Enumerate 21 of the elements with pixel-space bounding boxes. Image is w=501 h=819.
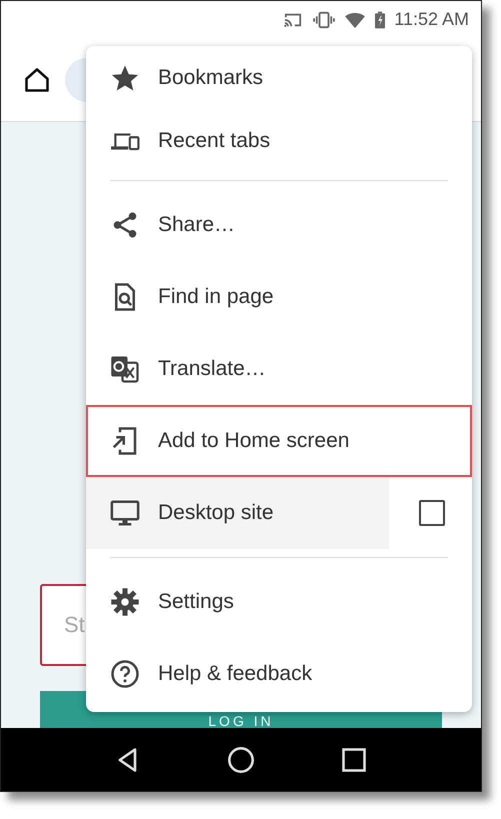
checkbox[interactable]	[419, 500, 445, 526]
menu-item[interactable]: Bookmarks	[86, 46, 472, 109]
menu-item[interactable]: Desktop site	[86, 477, 389, 549]
home-icon[interactable]	[23, 66, 51, 94]
settings-icon	[110, 587, 140, 617]
wifi-icon	[344, 10, 366, 28]
menu-item[interactable]: Add to Home screen	[86, 405, 472, 477]
vibrate-icon	[313, 10, 336, 28]
menu-item[interactable]: Help & feedback	[86, 638, 472, 710]
home-circle-icon[interactable]	[226, 746, 255, 774]
help-icon	[110, 659, 140, 689]
translate-icon	[110, 354, 140, 384]
menu-item[interactable]: Settings	[86, 566, 472, 638]
status-time: 11:52 AM	[394, 9, 469, 30]
monitor-icon	[110, 498, 140, 528]
menu-item[interactable]: Share…	[86, 189, 472, 261]
recents-icon[interactable]	[340, 746, 368, 774]
menu-item[interactable]: Translate…	[86, 333, 472, 405]
battery-icon	[375, 10, 386, 28]
menu-item[interactable]: Recent tabs	[86, 109, 472, 172]
menu-item[interactable]: Find in page	[86, 261, 472, 333]
